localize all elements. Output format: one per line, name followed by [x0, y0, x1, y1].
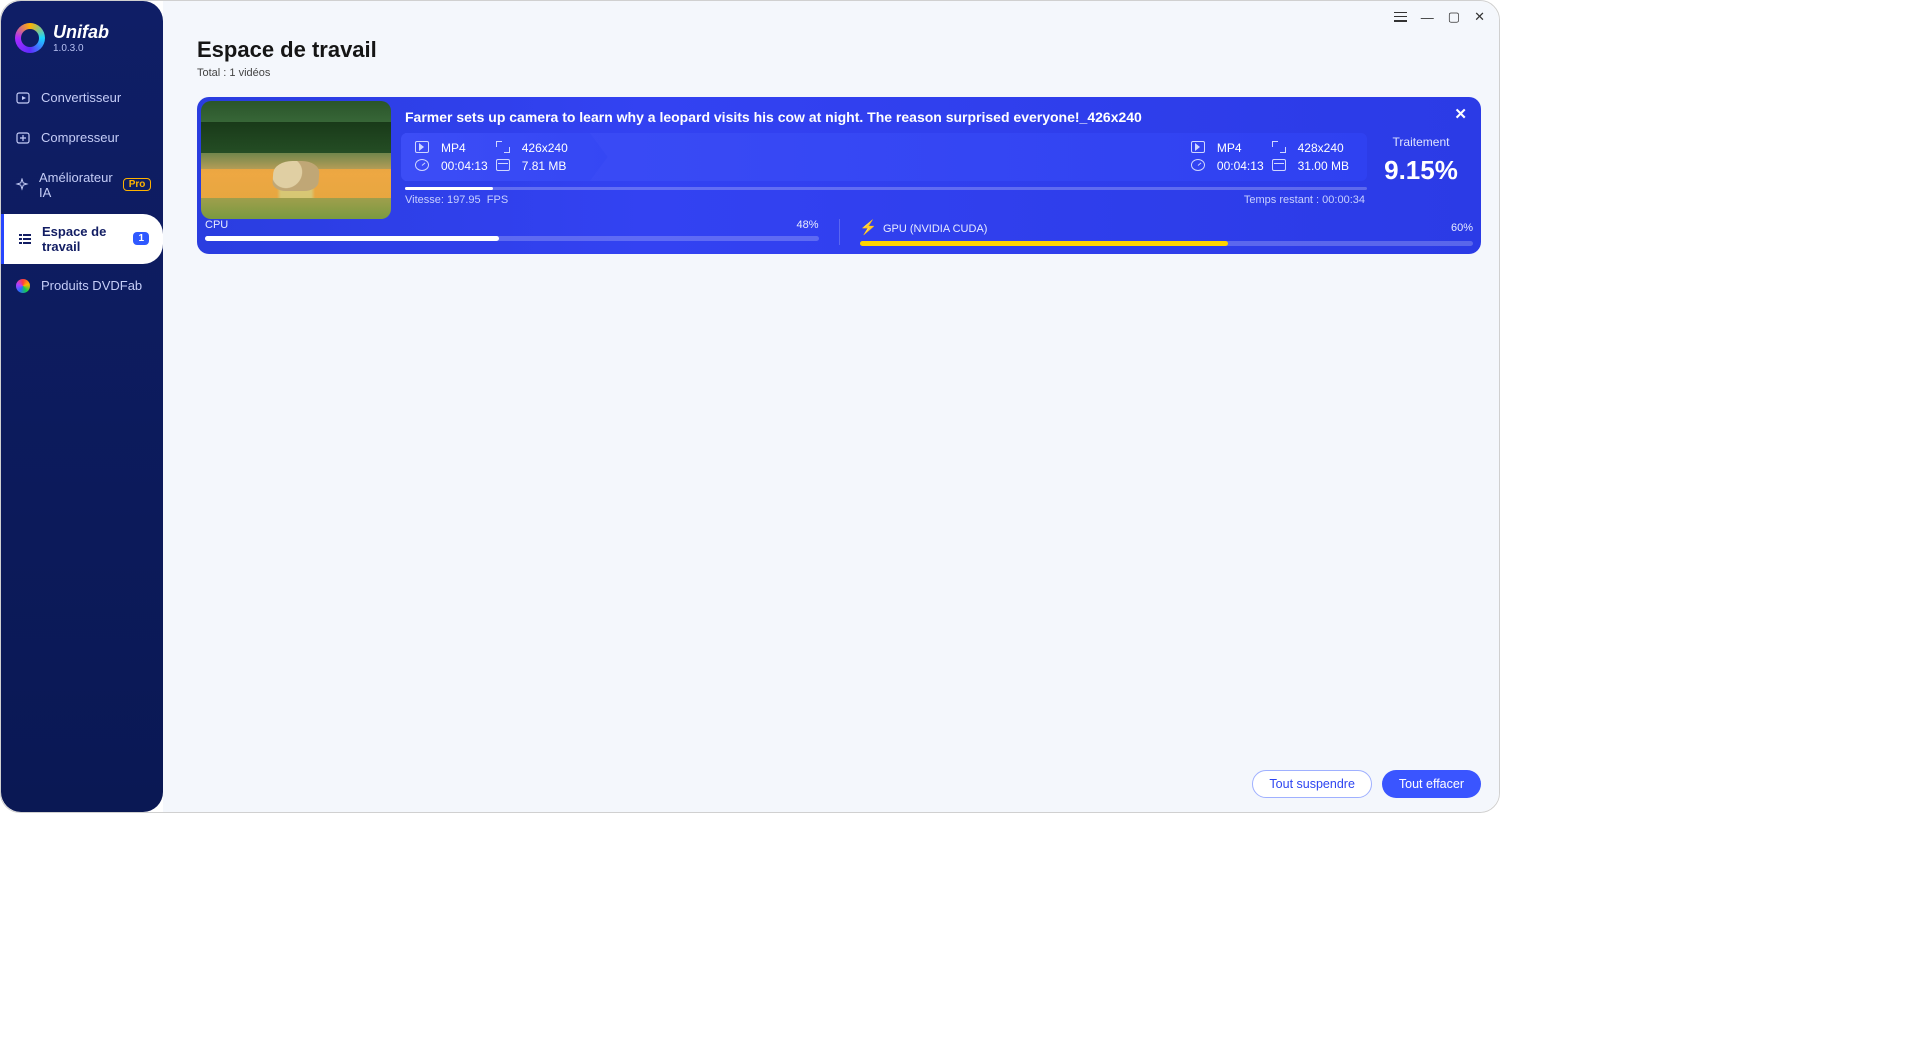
formats-row: MP4 426x240 00:04:13 7.81 MB	[401, 133, 1367, 181]
sidebar: Unifab 1.0.3.0 Convertisseur Compresseur	[1, 1, 163, 812]
app-logo-icon	[15, 23, 45, 53]
status-percent: 9.15%	[1384, 155, 1458, 186]
format-icon	[1191, 141, 1205, 153]
hamburger-icon	[1394, 12, 1407, 22]
sidebar-item-label: Produits DVDFab	[41, 278, 142, 293]
meter-divider	[839, 219, 840, 245]
play-box-icon	[15, 90, 31, 106]
page-title: Espace de travail	[197, 37, 1465, 63]
source-duration: 00:04:13	[441, 159, 488, 173]
source-size: 7.81 MB	[522, 159, 568, 173]
menu-button[interactable]	[1394, 10, 1407, 25]
duration-icon	[1191, 159, 1205, 171]
size-icon	[496, 159, 510, 171]
compress-icon	[15, 130, 31, 146]
target-duration: 00:04:13	[1217, 159, 1264, 173]
cpu-value: 48%	[796, 219, 818, 231]
size-icon	[1272, 159, 1286, 171]
sidebar-item-converter[interactable]: Convertisseur	[1, 80, 163, 116]
sparkle-icon	[15, 177, 29, 193]
format-icon	[415, 141, 429, 153]
task-close-button[interactable]: ✕	[1454, 105, 1467, 123]
sidebar-item-compressor[interactable]: Compresseur	[1, 120, 163, 156]
gpu-value: 60%	[1451, 222, 1473, 234]
sidebar-item-label: Espace de travail	[42, 224, 123, 254]
suspend-all-button[interactable]: Tout suspendre	[1252, 770, 1371, 798]
page-header: Espace de travail Total : 1 vidéos	[163, 1, 1499, 79]
sidebar-item-dvdfab-products[interactable]: Produits DVDFab	[1, 268, 163, 304]
task-card: ✕ Farmer sets up camera to learn why a l…	[197, 97, 1481, 254]
sidebar-item-ai-enhancer[interactable]: Améliorateur IA Pro	[1, 160, 163, 210]
time-remaining-text: Temps restant : 00:00:34	[1244, 194, 1365, 206]
dvdfab-icon	[15, 278, 31, 294]
main-area: — ▢ ✕ Espace de travail Total : 1 vidéos…	[163, 1, 1499, 812]
duration-icon	[415, 159, 429, 171]
close-button[interactable]: ✕	[1474, 9, 1485, 25]
sidebar-item-label: Convertisseur	[41, 90, 121, 105]
window-controls: — ▢ ✕	[1394, 9, 1485, 25]
workspace-count-badge: 1	[133, 232, 149, 245]
source-format-block: MP4 426x240 00:04:13 7.81 MB	[405, 133, 608, 181]
sidebar-item-label: Améliorateur IA	[39, 170, 113, 200]
resource-meters: CPU 48% ⚡ GPU (NVIDIA CUDA) 60%	[201, 219, 1477, 246]
task-title: Farmer sets up camera to learn why a leo…	[405, 109, 1367, 125]
gpu-label: GPU (NVIDIA CUDA)	[883, 223, 988, 235]
target-format: MP4	[1217, 141, 1264, 155]
app-name: Unifab	[53, 23, 109, 43]
app-version: 1.0.3.0	[53, 43, 109, 54]
target-format-block: MP4 428x240 00:04:13 31.00 MB	[1171, 141, 1367, 173]
sidebar-item-workspace[interactable]: Espace de travail 1	[1, 214, 163, 264]
status-label: Traitement	[1393, 135, 1450, 149]
footer-actions: Tout suspendre Tout effacer	[1252, 770, 1481, 798]
speed-row: Vitesse: 197.95 FPS Temps restant : 00:0…	[401, 194, 1367, 206]
task-progress-bar	[405, 187, 1367, 190]
maximize-button[interactable]: ▢	[1448, 9, 1460, 25]
minimize-button[interactable]: —	[1421, 10, 1434, 25]
cpu-meter: CPU 48%	[205, 219, 819, 241]
target-resolution: 428x240	[1298, 141, 1349, 155]
clear-all-button[interactable]: Tout effacer	[1382, 770, 1481, 798]
brand: Unifab 1.0.3.0	[1, 13, 163, 72]
source-format: MP4	[441, 141, 488, 155]
gpu-meter: ⚡ GPU (NVIDIA CUDA) 60%	[860, 219, 1474, 246]
target-size: 31.00 MB	[1298, 159, 1349, 173]
resolution-icon	[496, 141, 510, 153]
video-thumbnail[interactable]	[201, 101, 391, 219]
speed-text: Vitesse: 197.95 FPS	[405, 194, 508, 206]
sidebar-item-label: Compresseur	[41, 130, 119, 145]
cpu-label: CPU	[205, 219, 228, 231]
list-icon	[18, 231, 32, 247]
source-resolution: 426x240	[522, 141, 568, 155]
sidebar-nav: Convertisseur Compresseur Améliorateur I…	[1, 80, 163, 304]
pro-badge: Pro	[123, 178, 152, 191]
resolution-icon	[1272, 141, 1286, 153]
page-subtitle: Total : 1 vidéos	[197, 67, 1465, 79]
bolt-icon: ⚡	[860, 219, 877, 235]
